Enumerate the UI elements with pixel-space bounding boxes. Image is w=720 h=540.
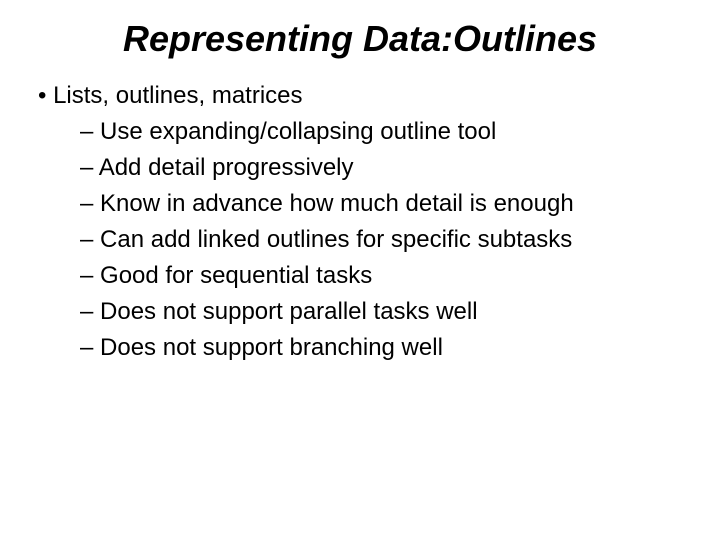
bullet-level-2: – Use expanding/collapsing outline tool xyxy=(38,114,690,150)
bullet-level-1-text: Lists, outlines, matrices xyxy=(53,82,302,109)
bullet-level-2: – Does not support parallel tasks well xyxy=(38,294,690,330)
bullet-level-2: – Does not support branching well xyxy=(38,330,690,366)
dash-icon: – xyxy=(80,294,93,330)
dash-icon: – xyxy=(80,150,93,186)
bullet-level-2: – Can add linked outlines for specific s… xyxy=(38,222,690,258)
bullet-level-2-text: Does not support parallel tasks well xyxy=(100,298,478,325)
bullet-level-2-text: Can add linked outlines for specific sub… xyxy=(100,226,572,253)
bullet-dot-icon: • xyxy=(38,78,46,114)
bullet-level-2-text: Does not support branching well xyxy=(100,334,443,361)
slide-body: • Lists, outlines, matrices – Use expand… xyxy=(30,78,690,366)
bullet-level-2-text: Know in advance how much detail is enoug… xyxy=(100,190,574,217)
dash-icon: – xyxy=(80,186,93,222)
bullet-level-2-text: Add detail progressively xyxy=(99,154,354,181)
slide: Representing Data:Outlines • Lists, outl… xyxy=(0,0,720,540)
dash-icon: – xyxy=(80,330,93,366)
dash-icon: – xyxy=(80,222,93,258)
bullet-level-2: – Know in advance how much detail is eno… xyxy=(38,186,690,222)
bullet-level-2: – Add detail progressively xyxy=(38,150,690,186)
bullet-level-2: – Good for sequential tasks xyxy=(38,258,690,294)
slide-title: Representing Data:Outlines xyxy=(30,18,690,60)
bullet-level-1: • Lists, outlines, matrices xyxy=(38,78,690,114)
dash-icon: – xyxy=(80,258,93,294)
bullet-level-2-text: Good for sequential tasks xyxy=(100,262,372,289)
dash-icon: – xyxy=(80,114,93,150)
bullet-level-2-text: Use expanding/collapsing outline tool xyxy=(100,118,496,145)
